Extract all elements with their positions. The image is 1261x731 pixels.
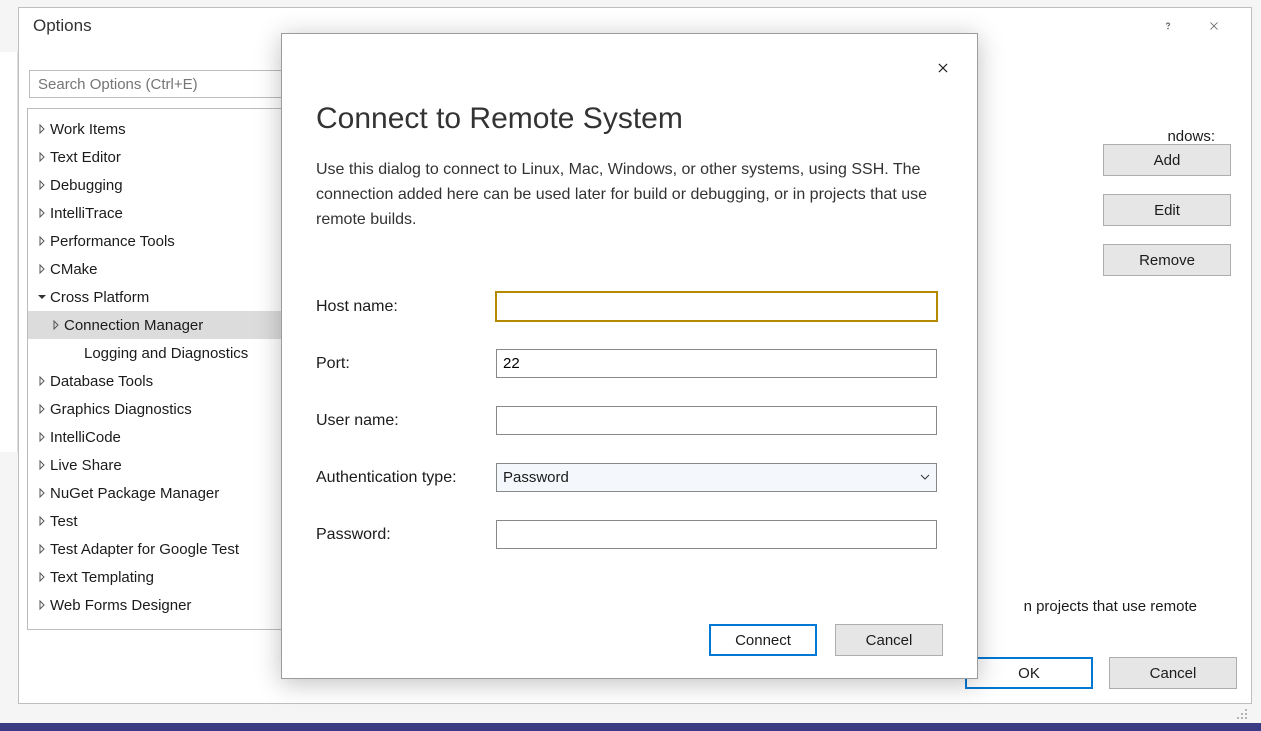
chevron-down-icon	[920, 469, 930, 486]
triangle-right-icon	[34, 600, 50, 610]
options-footer: OK Cancel	[965, 657, 1237, 689]
tree-item-intellicode[interactable]: IntelliCode	[28, 423, 286, 451]
tree-item-logging-and-diagnostics[interactable]: Logging and Diagnostics	[28, 339, 286, 367]
tree-item-label: Database Tools	[50, 373, 153, 390]
triangle-right-icon	[34, 544, 50, 554]
triangle-right-icon	[34, 516, 50, 526]
tree-item-label: IntelliTrace	[50, 205, 123, 222]
tree-item-intellitrace[interactable]: IntelliTrace	[28, 199, 286, 227]
options-tree[interactable]: Work Items Text Editor Debugging IntelliTra…	[27, 108, 287, 630]
tree-item-label: NuGet Package Manager	[50, 485, 219, 502]
username-label: User name:	[316, 412, 496, 430]
triangle-right-icon	[34, 572, 50, 582]
triangle-right-icon	[34, 124, 50, 134]
tree-item-label: Debugging	[50, 177, 123, 194]
dialog-title: Connect to Remote System	[316, 102, 937, 136]
tree-item-database-tools[interactable]: Database Tools	[28, 367, 286, 395]
hostname-label: Host name:	[316, 298, 496, 316]
tree-item-cmake[interactable]: CMake	[28, 255, 286, 283]
triangle-right-icon	[34, 208, 50, 218]
dialog-footer: Connect Cancel	[709, 624, 943, 656]
connect-form: Host name: Port: User name: Authenticati…	[316, 292, 937, 549]
hostname-input[interactable]	[496, 292, 937, 321]
tree-item-text-editor[interactable]: Text Editor	[28, 143, 286, 171]
port-input[interactable]	[496, 349, 937, 378]
edit-button[interactable]: Edit	[1103, 194, 1231, 226]
remove-button[interactable]: Remove	[1103, 244, 1231, 276]
triangle-right-icon	[34, 152, 50, 162]
port-label: Port:	[316, 355, 496, 373]
tree-item-label: Test	[50, 513, 78, 530]
tree-item-connection-manager[interactable]: Connection Manager	[28, 311, 286, 339]
triangle-right-icon	[48, 320, 64, 330]
tree-item-label: IntelliCode	[50, 429, 121, 446]
password-label: Password:	[316, 526, 496, 544]
tree-item-text-templating[interactable]: Text Templating	[28, 563, 286, 591]
triangle-right-icon	[34, 180, 50, 190]
authtype-value: Password	[503, 469, 569, 486]
tree-item-graphics-diagnostics[interactable]: Graphics Diagnostics	[28, 395, 286, 423]
tree-item-label: Connection Manager	[64, 317, 203, 334]
description-fragment: n projects that use remote	[1024, 598, 1197, 615]
tree-item-test[interactable]: Test	[28, 507, 286, 535]
tree-item-label: Graphics Diagnostics	[50, 401, 192, 418]
triangle-right-icon	[34, 488, 50, 498]
tree-item-label: Live Share	[50, 457, 122, 474]
resize-grip-icon	[1233, 705, 1249, 721]
ok-button[interactable]: OK	[965, 657, 1093, 689]
triangle-right-icon	[34, 432, 50, 442]
close-button[interactable]	[1191, 12, 1237, 40]
authtype-label: Authentication type:	[316, 469, 496, 487]
tree-item-work-items[interactable]: Work Items	[28, 115, 286, 143]
tree-item-nuget-package-manager[interactable]: NuGet Package Manager	[28, 479, 286, 507]
tree-item-test-adapter-for-google-test[interactable]: Test Adapter for Google Test	[28, 535, 286, 563]
help-button[interactable]	[1145, 12, 1191, 40]
background-left-strip	[0, 52, 18, 452]
tree-item-label: CMake	[50, 261, 98, 278]
tree-item-debugging[interactable]: Debugging	[28, 171, 286, 199]
triangle-right-icon	[34, 236, 50, 246]
connection-buttons: Add Edit Remove	[1103, 144, 1231, 276]
connect-remote-dialog: Connect to Remote System Use this dialog…	[281, 33, 978, 679]
tree-item-label: Work Items	[50, 121, 126, 138]
triangle-down-icon	[34, 292, 50, 302]
triangle-right-icon	[34, 460, 50, 470]
tree-item-web-forms-designer[interactable]: Web Forms Designer	[28, 591, 286, 619]
tree-item-label: Web Forms Designer	[50, 597, 191, 614]
vs-status-bar	[0, 723, 1261, 731]
tree-item-cross-platform[interactable]: Cross Platform	[28, 283, 286, 311]
tree-item-label: Text Templating	[50, 569, 154, 586]
tree-item-performance-tools[interactable]: Performance Tools	[28, 227, 286, 255]
tree-item-label: Test Adapter for Google Test	[50, 541, 239, 558]
connect-button[interactable]: Connect	[709, 624, 817, 656]
username-input[interactable]	[496, 406, 937, 435]
triangle-right-icon	[34, 264, 50, 274]
tree-item-live-share[interactable]: Live Share	[28, 451, 286, 479]
tree-item-label: Text Editor	[50, 149, 121, 166]
tree-item-label: Cross Platform	[50, 289, 149, 306]
password-input[interactable]	[496, 520, 937, 549]
triangle-right-icon	[34, 404, 50, 414]
cancel-button[interactable]: Cancel	[1109, 657, 1237, 689]
tree-item-label: Performance Tools	[50, 233, 175, 250]
dialog-cancel-button[interactable]: Cancel	[835, 624, 943, 656]
triangle-right-icon	[34, 376, 50, 386]
tree-item-label: Logging and Diagnostics	[84, 345, 248, 362]
dialog-close-button[interactable]	[931, 56, 955, 80]
add-button[interactable]: Add	[1103, 144, 1231, 176]
authtype-select[interactable]: Password	[496, 463, 937, 492]
dialog-description: Use this dialog to connect to Linux, Mac…	[316, 158, 937, 232]
